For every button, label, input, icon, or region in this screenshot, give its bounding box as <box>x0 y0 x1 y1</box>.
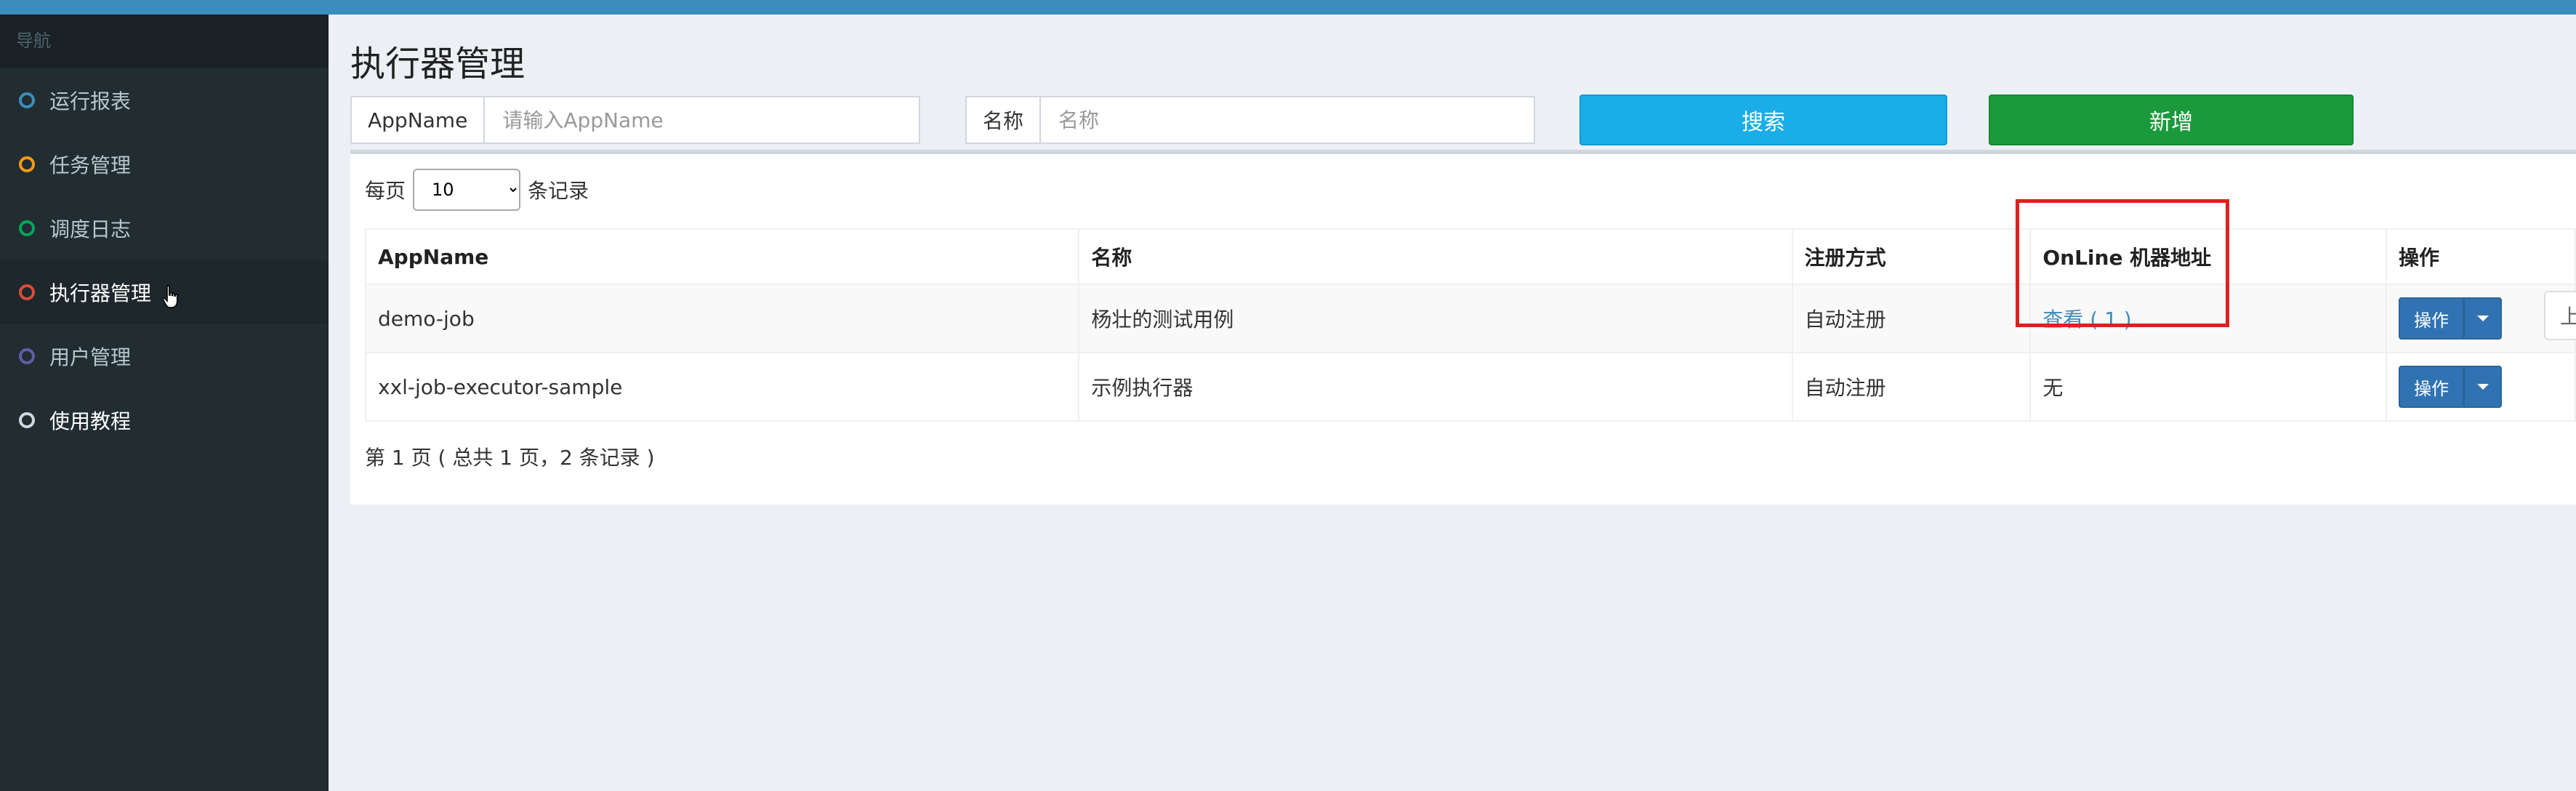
circle-icon <box>19 348 35 364</box>
sidebar-item-label: 执行器管理 <box>49 281 152 305</box>
appname-input[interactable] <box>485 97 919 142</box>
circle-icon <box>19 92 35 108</box>
table-row: demo-job 杨壮的测试用例 自动注册 查看 ( 1 ) 操作 <box>364 284 2576 353</box>
cell-name: 杨壮的测试用例 <box>1078 284 1793 353</box>
page-title: 执行器管理 <box>350 44 526 84</box>
length-suffix: 条记录 <box>528 179 589 203</box>
circle-icon <box>19 220 35 236</box>
sidebar-header: 导航 <box>0 15 329 68</box>
name-input[interactable] <box>1041 97 1534 142</box>
sidebar-item-logs[interactable]: 调度日志 <box>0 196 329 260</box>
column-header-appname[interactable]: AppName <box>364 228 1080 285</box>
table-header-row: AppName 名称 注册方式 OnLine 机器地址 操作 <box>364 228 2576 285</box>
sidebar-item-label: 用户管理 <box>49 345 132 369</box>
name-label: 名称 <box>967 97 1042 142</box>
operate-button-group: 操作 <box>2399 366 2503 408</box>
highlight-box <box>2016 199 2229 327</box>
cell-operate: 操作 <box>2386 352 2576 422</box>
sidebar-item-report[interactable]: 运行报表 <box>0 68 329 132</box>
appname-label: AppName <box>352 97 486 142</box>
operate-dropdown-toggle[interactable] <box>2464 297 2503 340</box>
caret-down-icon <box>2476 316 2489 321</box>
length-prefix: 每页 <box>365 179 406 203</box>
circle-icon <box>19 411 35 428</box>
column-header-operate[interactable]: 操作 <box>2386 228 2576 285</box>
operate-dropdown-toggle[interactable] <box>2464 366 2503 408</box>
sidebar-item-label: 任务管理 <box>49 153 132 177</box>
sidebar-item-tutorial[interactable]: 使用教程 <box>0 388 329 452</box>
column-header-name[interactable]: 名称 <box>1078 228 1793 285</box>
appname-filter: AppName <box>350 96 920 144</box>
table-info: 第 1 页 ( 总共 1 页，2 条记录 ) <box>365 446 655 470</box>
circle-icon <box>19 284 35 300</box>
executor-table: AppName 名称 注册方式 OnLine 机器地址 操作 demo-job … <box>364 228 2576 422</box>
main-content: 执行器管理 AppName 名称 搜索 新增 每页 10 条记录 AppName… <box>329 15 2576 791</box>
name-filter: 名称 <box>965 96 1535 144</box>
circle-icon <box>19 156 35 172</box>
sidebar: 导航 运行报表 任务管理 调度日志 执行器管理 用户管理 使用教程 <box>0 15 329 791</box>
prev-page-button[interactable]: 上 <box>2544 291 2576 340</box>
search-button[interactable]: 搜索 <box>1579 95 1947 145</box>
column-header-reg[interactable]: 注册方式 <box>1791 228 2032 285</box>
cell-reg: 自动注册 <box>1791 352 2032 422</box>
cell-online: 无 <box>2029 352 2388 422</box>
top-header-bar <box>0 0 2576 15</box>
hand-cursor-icon <box>162 285 178 308</box>
caret-down-icon <box>2476 384 2489 390</box>
add-button[interactable]: 新增 <box>1989 95 2354 145</box>
operate-button[interactable]: 操作 <box>2399 297 2465 340</box>
sidebar-item-label: 使用教程 <box>49 409 132 433</box>
page-length-select[interactable]: 10 <box>413 169 521 211</box>
operate-button[interactable]: 操作 <box>2399 366 2465 408</box>
sidebar-item-label: 调度日志 <box>49 217 132 241</box>
sidebar-item-users[interactable]: 用户管理 <box>0 324 329 388</box>
sidebar-item-jobs[interactable]: 任务管理 <box>0 132 329 196</box>
sidebar-item-label: 运行报表 <box>49 89 132 113</box>
cell-appname: demo-job <box>364 284 1080 353</box>
cell-name: 示例执行器 <box>1078 352 1793 422</box>
table-row: xxl-job-executor-sample 示例执行器 自动注册 无 操作 <box>364 352 2576 422</box>
cell-reg: 自动注册 <box>1791 284 2032 353</box>
page-length-control: 每页 10 条记录 <box>365 169 589 211</box>
operate-button-group: 操作 <box>2399 297 2503 340</box>
executor-table-box: 每页 10 条记录 AppName 名称 注册方式 OnLine 机器地址 操作… <box>350 150 2576 505</box>
cell-appname: xxl-job-executor-sample <box>364 352 1080 422</box>
